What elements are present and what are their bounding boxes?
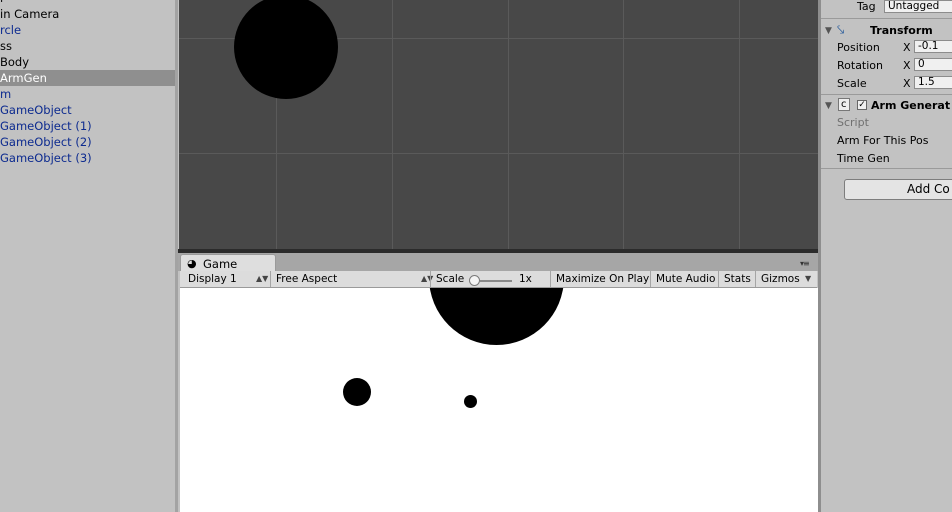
grid-line xyxy=(179,153,818,154)
time-gen-label: Time Gen xyxy=(837,152,890,165)
component-title: Arm Generat xyxy=(871,99,951,112)
hierarchy-item-circle[interactable]: rcle xyxy=(0,22,175,38)
game-circle-small xyxy=(464,395,477,408)
scale-slider-thumb[interactable] xyxy=(469,275,480,286)
rotation-label: Rotation xyxy=(837,59,884,72)
divider xyxy=(821,18,952,19)
hierarchy-item[interactable]: m xyxy=(0,86,175,102)
rotation-x-field[interactable]: 0 xyxy=(914,58,952,71)
scale-label: Scale xyxy=(837,77,867,90)
scale-slider[interactable]: Scale 1x xyxy=(430,271,550,287)
maximize-on-play-toggle[interactable]: Maximize On Play xyxy=(550,271,650,287)
add-component-button[interactable]: Add Co xyxy=(844,179,952,200)
divider xyxy=(821,94,952,95)
divider xyxy=(821,168,952,169)
scale-slider-track[interactable] xyxy=(480,280,512,282)
game-controller-icon: ◕ xyxy=(187,257,197,270)
hierarchy-item-gameobject-2[interactable]: GameObject (2) xyxy=(0,134,175,150)
hierarchy-item-main-camera[interactable]: in Camera xyxy=(0,6,175,22)
tab-game[interactable]: ◕ Game xyxy=(180,254,276,271)
hierarchy-item-gameobject[interactable]: GameObject xyxy=(0,102,175,118)
transform-icon: ⤥ xyxy=(837,23,845,38)
arm-for-this-pos-label: Arm For This Pos xyxy=(837,134,929,147)
game-view[interactable] xyxy=(180,288,818,512)
hierarchy-panel: l in Camera rcle ss Body ArmGen m GameOb… xyxy=(0,0,175,512)
hierarchy-item-body[interactable]: Body xyxy=(0,54,175,70)
mute-audio-toggle[interactable]: Mute Audio xyxy=(650,271,718,287)
enabled-checkbox[interactable]: ✓ xyxy=(857,100,867,110)
axis-x-label: X xyxy=(903,77,911,90)
script-icon: c xyxy=(838,98,850,111)
scene-circle-object[interactable] xyxy=(234,0,338,99)
foldout-arrow-icon[interactable]: ▼ xyxy=(825,101,832,111)
script-label: Script xyxy=(837,116,869,129)
aspect-dropdown[interactable]: Free Aspect xyxy=(270,271,430,287)
position-label: Position xyxy=(837,41,880,54)
scene-view[interactable] xyxy=(179,0,818,250)
stats-toggle[interactable]: Stats xyxy=(718,271,755,287)
axis-x-label: X xyxy=(903,41,911,54)
transform-title: Transform xyxy=(870,24,933,37)
hierarchy-item-armgen[interactable]: ArmGen xyxy=(0,70,175,86)
hierarchy-item-gameobject-1[interactable]: GameObject (1) xyxy=(0,118,175,134)
game-circle-large xyxy=(429,288,564,345)
inspector-panel: Tag Untagged ▼ ⤥ Transform Position X -0… xyxy=(821,0,952,512)
chevron-down-icon: ▼ xyxy=(805,274,812,283)
hierarchy-item[interactable]: ss xyxy=(0,38,175,54)
scale-x-field[interactable]: 1.5 xyxy=(914,76,952,89)
dropdown-arrow-icon: ▲▼ xyxy=(256,274,269,283)
axis-x-label: X xyxy=(903,59,911,72)
tag-dropdown[interactable]: Untagged xyxy=(884,0,952,13)
foldout-arrow-icon[interactable]: ▼ xyxy=(825,26,832,36)
hierarchy-item-gameobject-3[interactable]: GameObject (3) xyxy=(0,150,175,166)
tag-label: Tag xyxy=(857,0,876,13)
tab-menu-icon[interactable]: ▾≡ xyxy=(800,259,810,268)
game-circle-medium xyxy=(343,378,371,406)
display-dropdown[interactable]: Display 1 xyxy=(183,271,267,287)
position-x-field[interactable]: -0.1 xyxy=(914,40,952,53)
